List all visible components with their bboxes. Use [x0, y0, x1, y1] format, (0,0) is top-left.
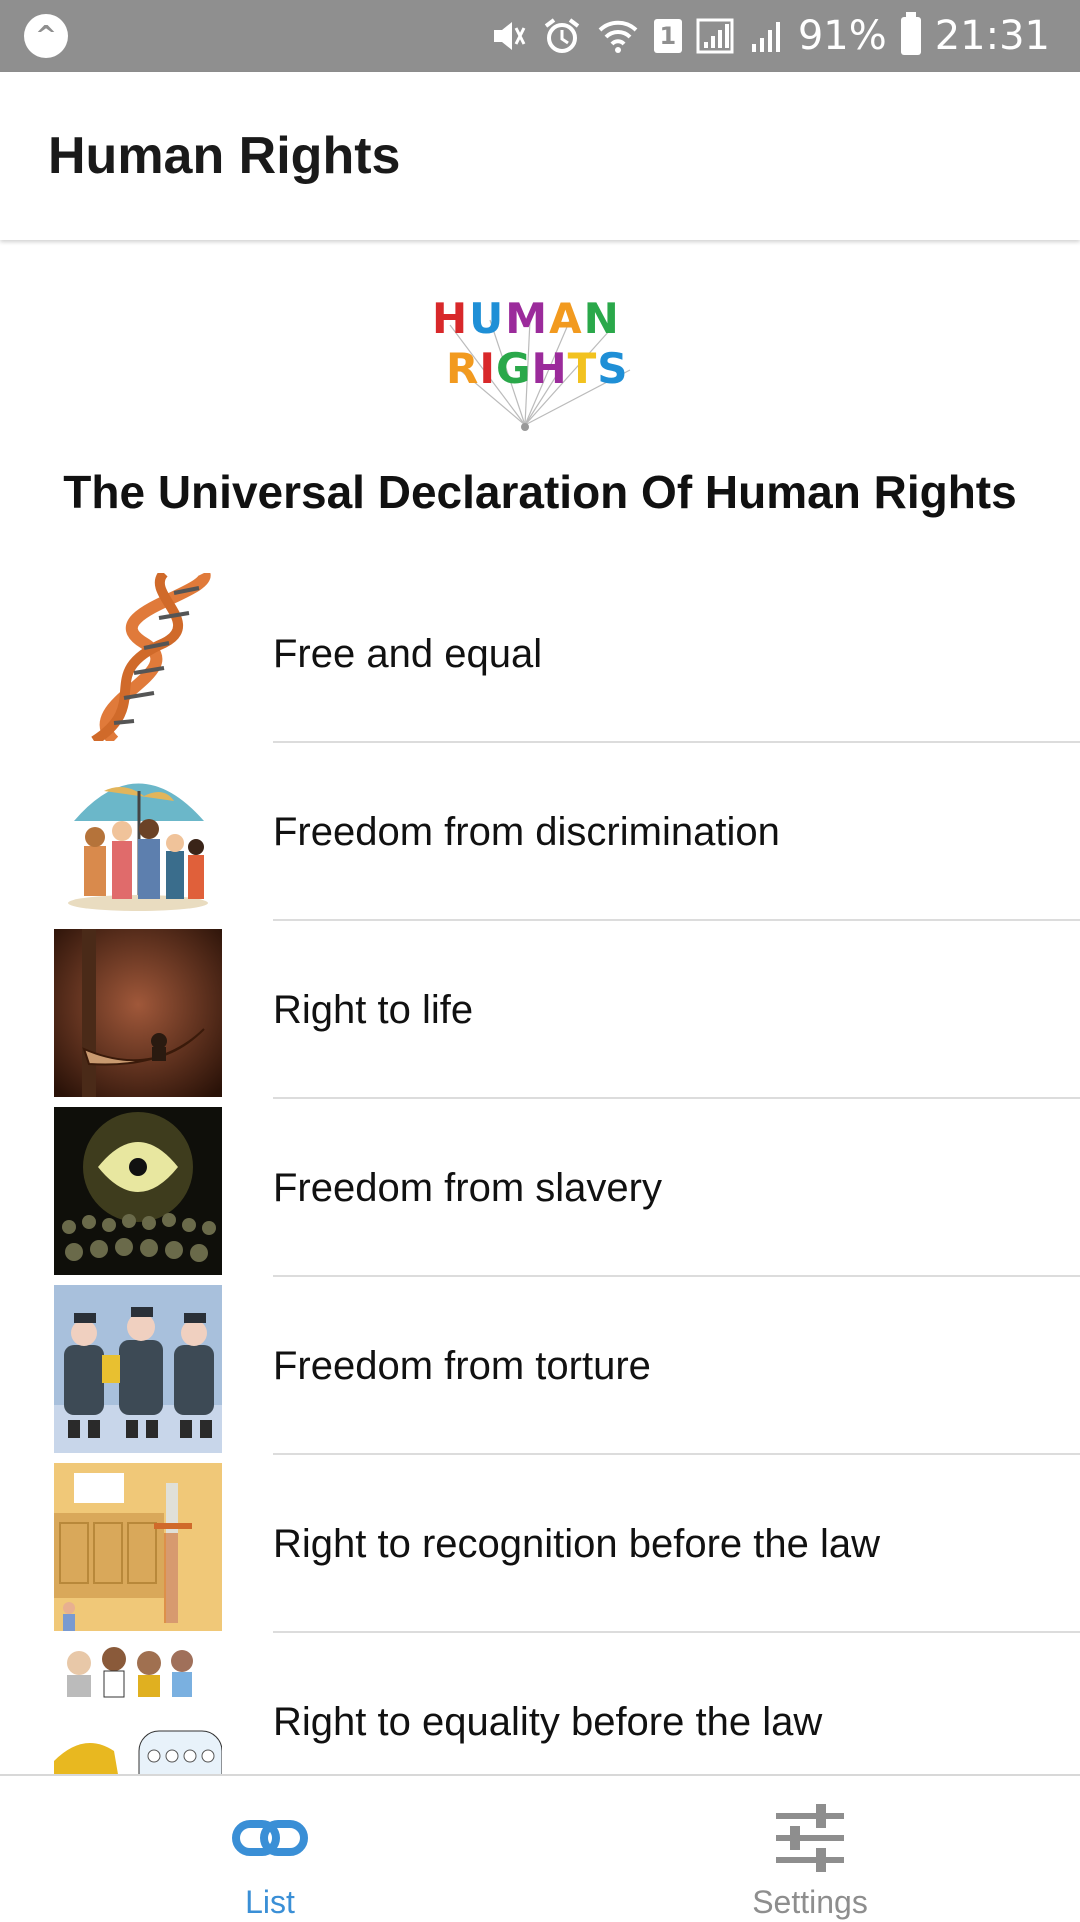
- sliders-icon: [776, 1804, 844, 1872]
- battery-percent: 91%: [797, 13, 887, 59]
- svg-text:RIGHTS: RIGHTS: [446, 344, 629, 393]
- soldiers-illustration: [54, 1285, 222, 1453]
- list-item-label: Right to recognition before the law: [273, 1522, 881, 1566]
- list-item-label: Right to equality before the law: [273, 1700, 823, 1744]
- list-item-label: Freedom from discrimination: [273, 810, 780, 854]
- list-item[interactable]: Free and equal: [0, 565, 1080, 743]
- list-item-label: Free and equal: [273, 632, 543, 676]
- list-item[interactable]: Right to recognition before the law: [0, 1455, 1080, 1633]
- tab-settings-label: Settings: [752, 1884, 868, 1920]
- sim-icon: 1: [653, 19, 682, 53]
- tab-settings[interactable]: Settings: [540, 1776, 1080, 1922]
- human-rights-logo: HUMAN RIGHTS: [430, 285, 650, 435]
- tab-list-label: List: [245, 1884, 295, 1920]
- link-icon: [232, 1820, 308, 1856]
- main-content[interactable]: HUMAN RIGHTS The Universal Declaration O…: [0, 240, 1080, 1774]
- mute-icon: [488, 16, 528, 56]
- list-item-label: Freedom from torture: [273, 1344, 651, 1388]
- wifi-icon: [596, 16, 640, 56]
- status-bar: ^ 1 91% 21:31: [0, 0, 1080, 72]
- list-item[interactable]: Freedom from torture: [0, 1277, 1080, 1455]
- courtroom-illustration: [54, 1463, 222, 1631]
- clock: 21:31: [934, 13, 1050, 59]
- tab-bar: List Settings: [0, 1774, 1080, 1922]
- list-item[interactable]: Freedom from slavery: [0, 1099, 1080, 1277]
- page-title: Human Rights: [48, 127, 401, 185]
- app-header: Human Rights: [0, 72, 1080, 240]
- app-icon: ^: [24, 14, 68, 58]
- umbrella-family-illustration: [54, 751, 222, 919]
- list-item[interactable]: Right to life: [0, 921, 1080, 1099]
- rights-list: Free and equal Freedom from discriminati…: [0, 565, 1080, 1774]
- list-item-label: Right to life: [273, 988, 474, 1032]
- crowd-light-illustration: [54, 1107, 222, 1275]
- svg-text:HUMAN: HUMAN: [432, 294, 621, 343]
- tab-list[interactable]: List: [0, 1776, 540, 1922]
- alarm-icon: [542, 16, 582, 56]
- dna-illustration: [54, 573, 222, 741]
- declaration-heading: The Universal Declaration Of Human Right…: [63, 466, 1017, 518]
- people-illustration: [54, 1641, 222, 1774]
- signal-icon: [696, 16, 736, 56]
- list-item[interactable]: Right to equality before the law: [0, 1633, 1080, 1774]
- scythe-illustration: [54, 929, 222, 1097]
- signal-icon: [750, 16, 784, 56]
- battery-icon: [900, 12, 921, 55]
- list-item-label: Freedom from slavery: [273, 1166, 662, 1210]
- list-item[interactable]: Freedom from discrimination: [0, 743, 1080, 921]
